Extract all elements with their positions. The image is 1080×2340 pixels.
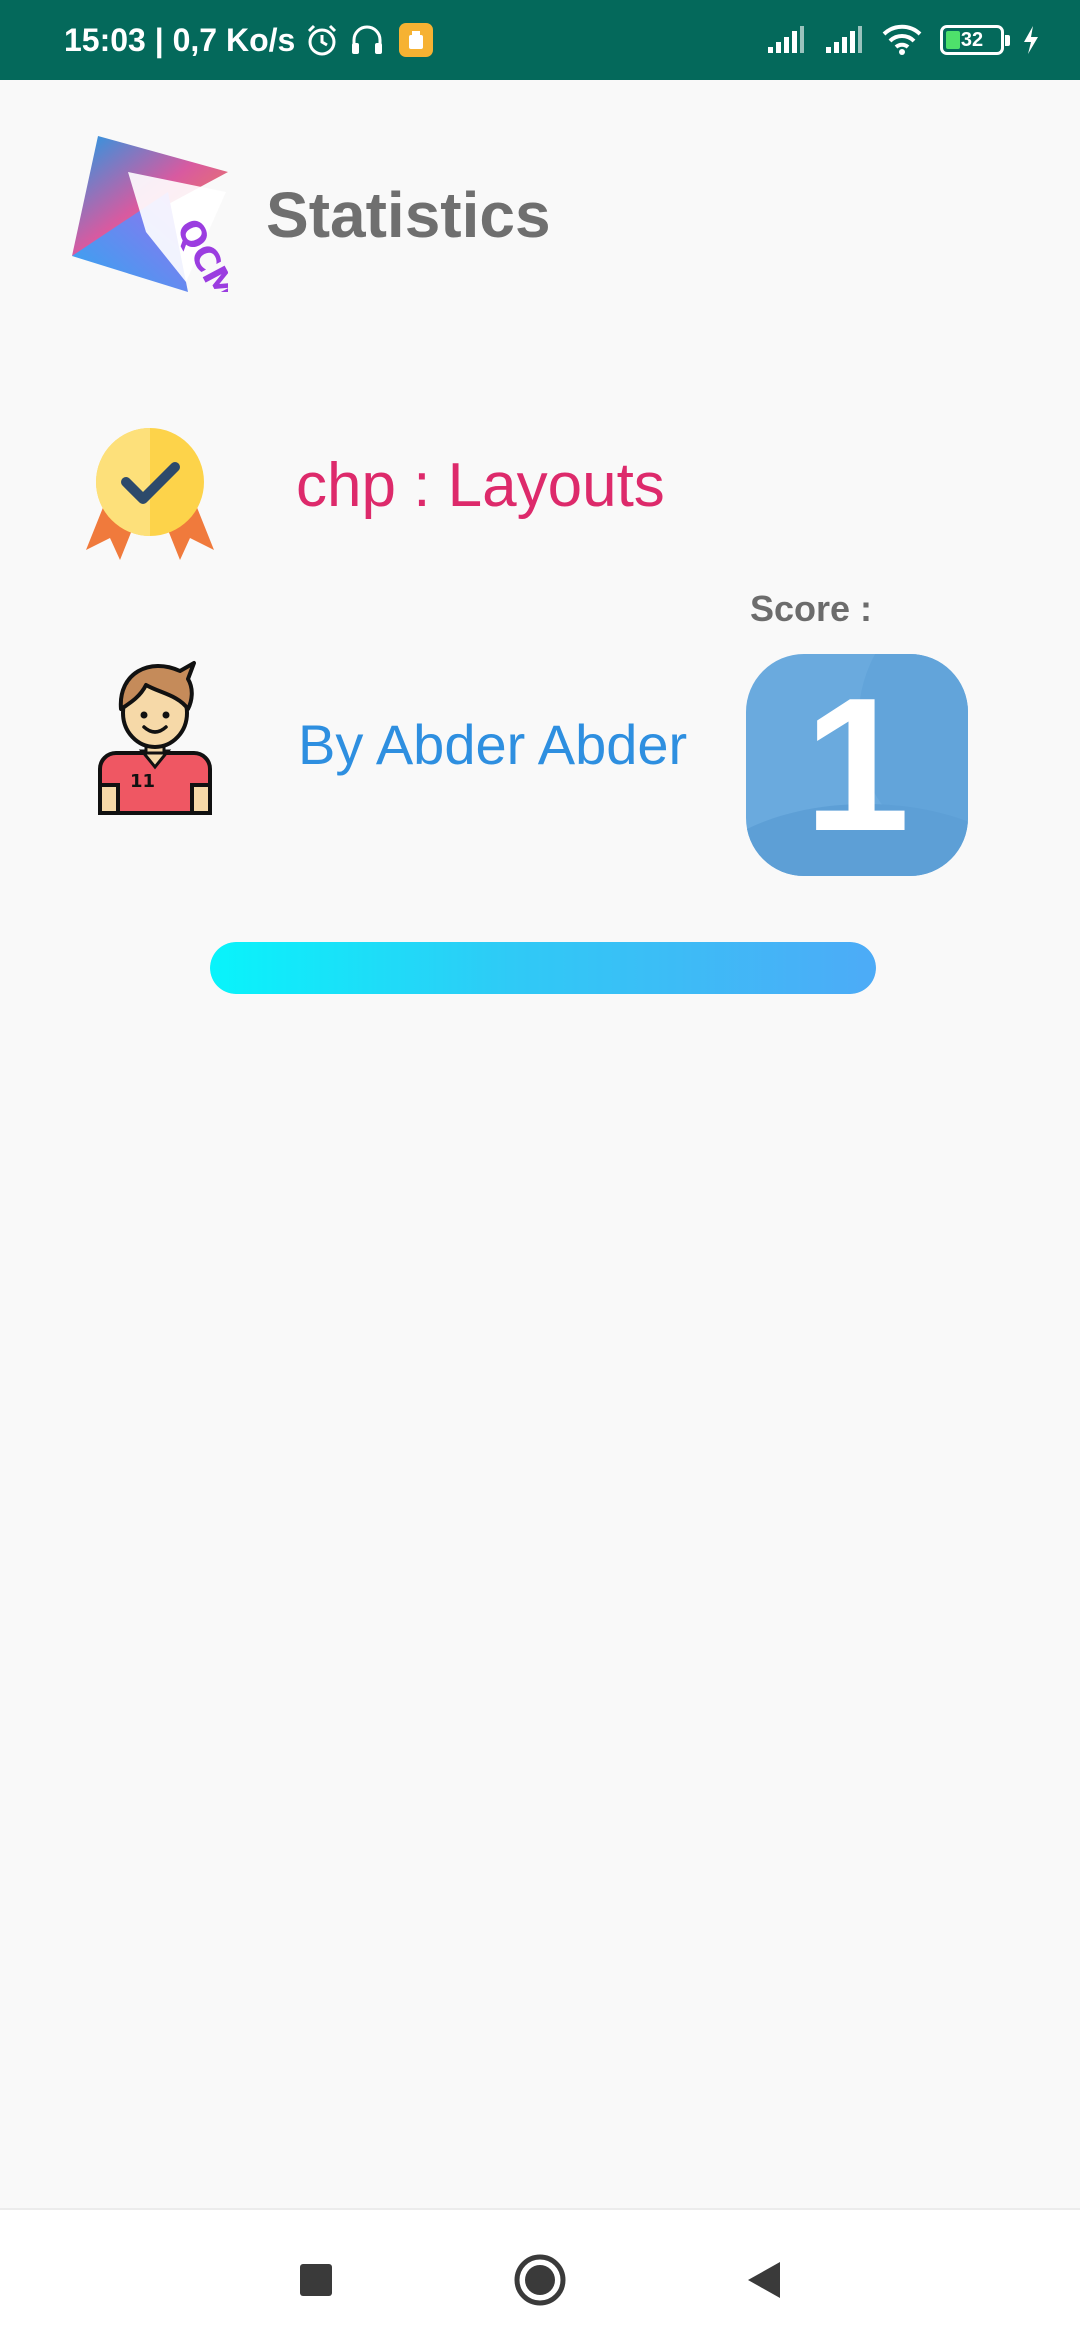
user-name: By Abder Abder: [298, 713, 688, 776]
user-avatar-icon: 11: [90, 661, 220, 821]
recents-button[interactable]: [286, 2250, 346, 2310]
progress-fill: [210, 942, 876, 994]
back-button[interactable]: [734, 2250, 794, 2310]
battery-icon: 32: [940, 25, 1010, 55]
svg-text:11: 11: [130, 771, 155, 792]
app-notification-icon: [399, 23, 434, 57]
triangle-back-icon: [748, 2262, 780, 2298]
score-value: 1: [804, 659, 910, 871]
navigation-bar: [0, 2208, 1080, 2340]
score-label: Score :: [750, 588, 873, 629]
chapter-row: chp : Layouts: [80, 420, 665, 565]
status-time-speed: 15:03 | 0,7 Ko/s: [64, 21, 296, 58]
alarm-icon: [305, 23, 339, 57]
charging-icon: [1022, 25, 1040, 55]
header: QCM Statistics: [68, 132, 551, 309]
battery-level: 32: [960, 28, 984, 51]
score-badge: 1: [746, 654, 968, 876]
user-avatar: 11: [90, 655, 220, 822]
app-logo: QCM: [68, 132, 245, 309]
medal-check-icon: [80, 420, 220, 565]
wifi-icon: [882, 24, 922, 56]
page-title: Statistics: [266, 178, 551, 251]
signal-icon: [824, 25, 864, 55]
home-button[interactable]: [510, 2250, 570, 2310]
status-bar: 15:03 | 0,7 Ko/s 32: [0, 0, 1080, 80]
signal-icon: [766, 25, 806, 55]
headset-icon: [349, 23, 385, 57]
square-icon: [300, 2264, 332, 2296]
chapter-label: chp : Layouts: [296, 451, 665, 520]
progress-bar: [210, 942, 876, 994]
circle-icon: [514, 2254, 566, 2306]
